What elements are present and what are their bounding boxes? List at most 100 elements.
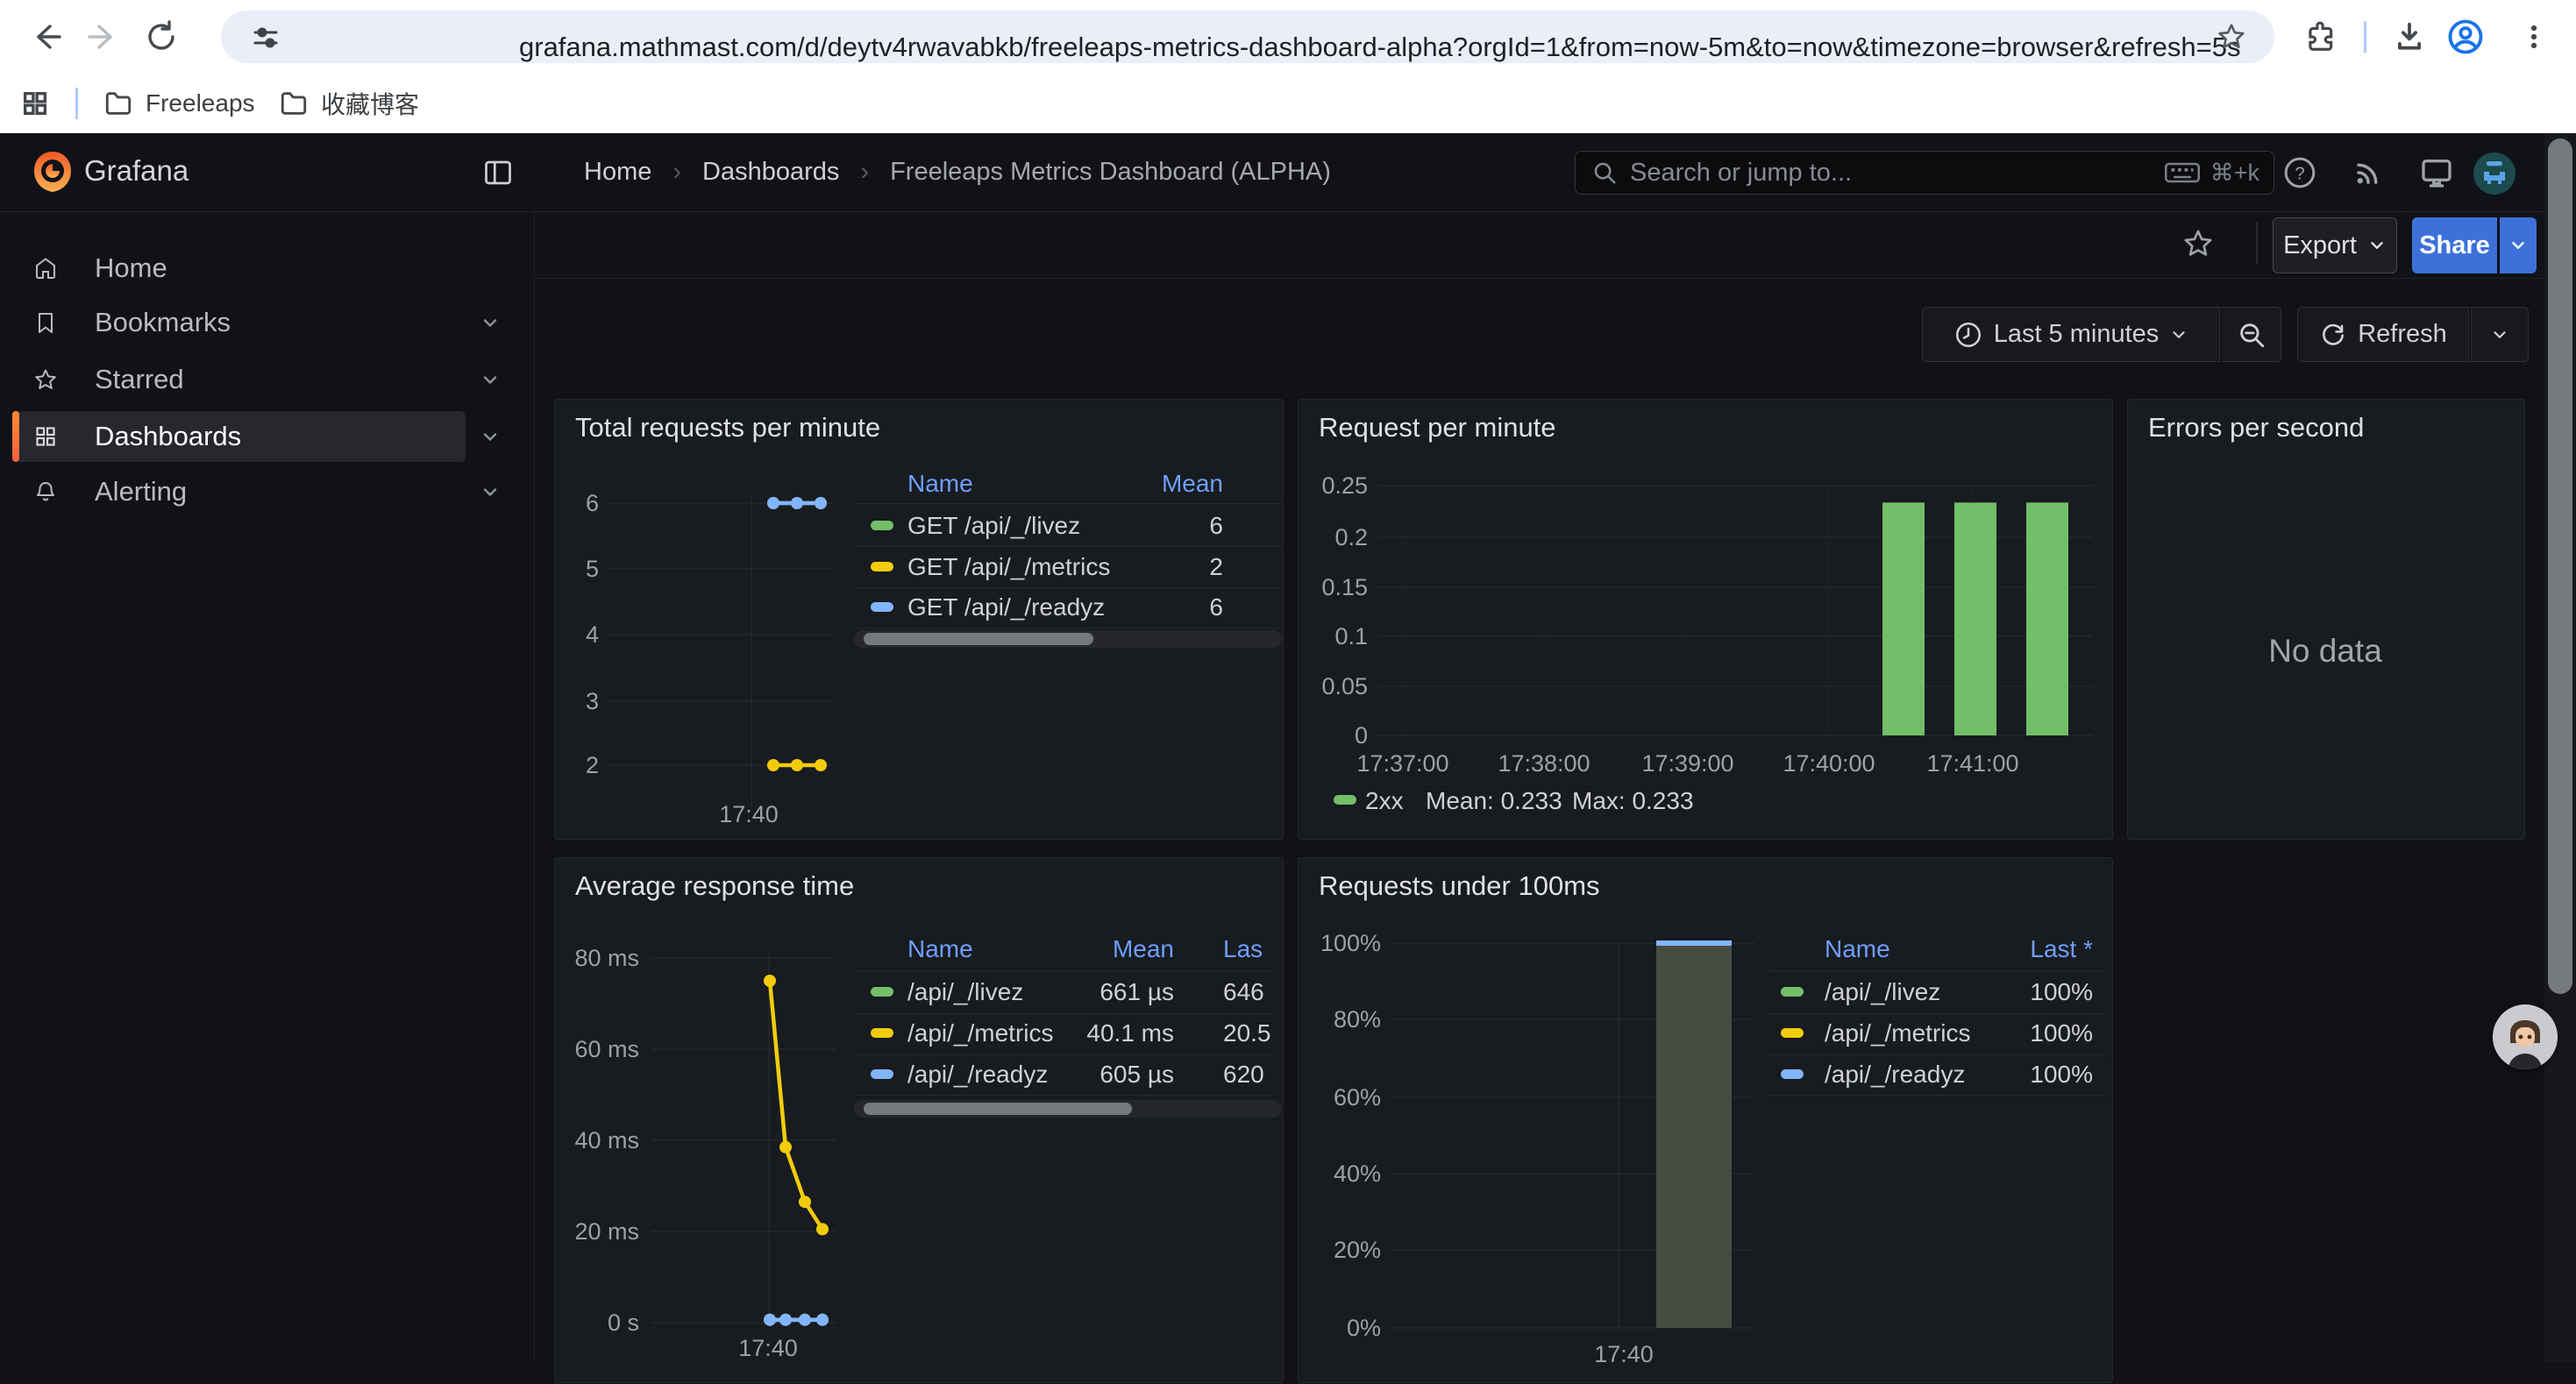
- legend-series-pill[interactable]: [1781, 987, 1804, 997]
- chart-canvas[interactable]: 0.250.20.150.10.05017:37:0017:38:0017:39…: [1299, 400, 2114, 841]
- time-range-label: Last 5 minutes: [1994, 320, 2160, 349]
- legend-separator: [1768, 1095, 2106, 1096]
- search-shortcut: ⌘+k: [2210, 160, 2259, 187]
- legend-mean-value: Mean: 0.233: [1426, 786, 1562, 816]
- legend-scrollbar-thumb[interactable]: [864, 1103, 1132, 1115]
- legend-series-name[interactable]: GET /api/_/readyz: [907, 593, 1105, 622]
- search-input[interactable]: Search or jump to... ⌘+k: [1575, 151, 2274, 195]
- help-icon[interactable]: ?: [2280, 153, 2320, 193]
- legend-series-name[interactable]: GET /api/_/metrics: [907, 552, 1110, 582]
- legend-separator: [1768, 1054, 2106, 1055]
- refresh-icon: [2319, 321, 2347, 349]
- svg-text:17:40: 17:40: [738, 1335, 798, 1361]
- legend-series-name[interactable]: 2xx: [1365, 786, 1404, 816]
- share-menu-button[interactable]: [2500, 217, 2537, 273]
- sidebar-item-bookmarks[interactable]: Bookmarks: [12, 297, 466, 348]
- keyboard-icon: [2165, 160, 2200, 186]
- sidebar-toggle-icon[interactable]: [478, 153, 518, 193]
- legend-header-name[interactable]: Name: [1825, 934, 1890, 964]
- legend-value-mean: 605 µs: [1099, 1060, 1174, 1089]
- url-bar[interactable]: grafana.mathmast.com/d/deytv4rwavabkb/fr…: [221, 11, 2274, 63]
- legend-value-mean: 6: [1209, 511, 1223, 541]
- legend-series-pill[interactable]: [1781, 1069, 1804, 1079]
- legend-series-name[interactable]: /api/_/readyz: [1825, 1060, 1965, 1089]
- sidebar-item-dashboards[interactable]: Dashboards: [12, 411, 466, 462]
- legend-series-name[interactable]: /api/_/livez: [907, 977, 1023, 1007]
- share-button[interactable]: Share: [2412, 217, 2497, 273]
- zoom-out-button[interactable]: [2222, 307, 2281, 362]
- refresh-label: Refresh: [2358, 320, 2447, 349]
- refresh-interval-button[interactable]: [2471, 307, 2529, 362]
- apps-grid-icon[interactable]: [14, 82, 56, 124]
- legend-series-name[interactable]: /api/_/metrics: [907, 1018, 1054, 1048]
- extensions-icon[interactable]: [2299, 16, 2341, 58]
- legend-separator: [854, 1054, 1274, 1055]
- svg-text:0: 0: [1355, 722, 1368, 749]
- breadcrumb-dashboards[interactable]: Dashboards: [702, 158, 839, 187]
- legend-value-last: 646: [1223, 977, 1264, 1007]
- legend-series-pill[interactable]: [871, 521, 893, 530]
- svg-text:40%: 40%: [1334, 1160, 1381, 1187]
- bookmarks-bar: Freeleaps 收藏博客: [0, 74, 2576, 133]
- browser-toolbar: grafana.mathmast.com/d/deytv4rwavabkb/fr…: [0, 0, 2576, 74]
- user-avatar[interactable]: [2473, 153, 2516, 195]
- site-info-icon[interactable]: [253, 25, 279, 51]
- breadcrumb-separator: ›: [672, 158, 681, 187]
- bookmark-label: 收藏博客: [321, 86, 419, 121]
- chevron-down-icon[interactable]: [480, 369, 501, 390]
- panel-average-response-time: Average response time 80 ms60 ms40 ms20 …: [554, 857, 1284, 1383]
- browser-back-icon[interactable]: [25, 16, 67, 58]
- legend-series-name[interactable]: GET /api/_/livez: [907, 511, 1080, 541]
- legend-scrollbar-thumb[interactable]: [864, 633, 1093, 645]
- subheader-divider: [2256, 223, 2258, 265]
- sidebar-item-home[interactable]: Home: [12, 243, 466, 294]
- chevron-down-icon[interactable]: [480, 312, 501, 333]
- search-placeholder: Search or jump to...: [1630, 159, 2165, 188]
- chevron-down-icon[interactable]: [480, 481, 501, 502]
- refresh-button[interactable]: Refresh: [2297, 307, 2469, 362]
- bookmark-folder-freeleaps[interactable]: Freeleaps: [103, 82, 255, 124]
- monitor-icon[interactable]: [2416, 153, 2457, 193]
- legend-separator: [854, 970, 1274, 971]
- legend-series-name[interactable]: /api/_/readyz: [907, 1060, 1048, 1089]
- time-range-picker[interactable]: Last 5 minutes: [1922, 307, 2220, 362]
- page-scrollbar-thumb[interactable]: [2548, 138, 2572, 994]
- legend-header-las[interactable]: Las: [1223, 934, 1263, 964]
- bookmark-folder-blogs[interactable]: 收藏博客: [279, 82, 419, 124]
- browser-menu-icon[interactable]: [2513, 16, 2555, 58]
- grafana-header: Grafana Home › Dashboards › Freeleaps Me…: [0, 133, 2576, 212]
- legend-series-pill[interactable]: [1334, 795, 1356, 805]
- svg-text:17:40:00: 17:40:00: [1783, 750, 1875, 777]
- legend-series-name[interactable]: /api/_/livez: [1825, 977, 1940, 1007]
- export-button[interactable]: Export: [2273, 217, 2397, 273]
- legend-series-pill[interactable]: [871, 602, 893, 612]
- svg-text:0.1: 0.1: [1334, 623, 1368, 649]
- panel-title[interactable]: Errors per second: [2148, 412, 2364, 444]
- browser-reload-icon[interactable]: [140, 16, 182, 58]
- legend-header-name[interactable]: Name: [907, 934, 973, 964]
- legend-series-pill[interactable]: [871, 562, 893, 571]
- browser-forward-icon[interactable]: [82, 16, 125, 58]
- legend-series-pill[interactable]: [871, 1028, 893, 1038]
- downloads-icon[interactable]: [2388, 16, 2430, 58]
- favorite-star-icon[interactable]: [2182, 228, 2214, 259]
- grafana-logo[interactable]: [30, 149, 75, 195]
- breadcrumb-home[interactable]: Home: [584, 158, 651, 187]
- bookmark-star-icon[interactable]: [2217, 22, 2246, 52]
- legend-header-last[interactable]: Last *: [2030, 934, 2093, 964]
- legend-series-name[interactable]: /api/_/metrics: [1825, 1018, 1971, 1048]
- sidebar-item-alerting[interactable]: Alerting: [12, 466, 466, 517]
- sidebar-item-starred[interactable]: Starred: [12, 354, 466, 405]
- browser-profile-icon[interactable]: [2444, 16, 2487, 58]
- legend-series-pill[interactable]: [1781, 1028, 1804, 1038]
- legend-header-mean[interactable]: Mean: [1113, 934, 1174, 964]
- assistant-avatar-widget[interactable]: [2493, 1004, 2558, 1069]
- legend-series-pill[interactable]: [871, 987, 893, 997]
- legend-header-name[interactable]: Name: [907, 469, 973, 499]
- chevron-down-icon[interactable]: [480, 426, 501, 447]
- url-text[interactable]: grafana.mathmast.com/d/deytv4rwavabkb/fr…: [519, 22, 2240, 73]
- legend-header-mean[interactable]: Mean: [1162, 469, 1223, 499]
- news-rss-icon[interactable]: [2348, 153, 2388, 193]
- legend-series-pill[interactable]: [871, 1069, 893, 1079]
- bookmark-label: Freeleaps: [146, 89, 255, 117]
